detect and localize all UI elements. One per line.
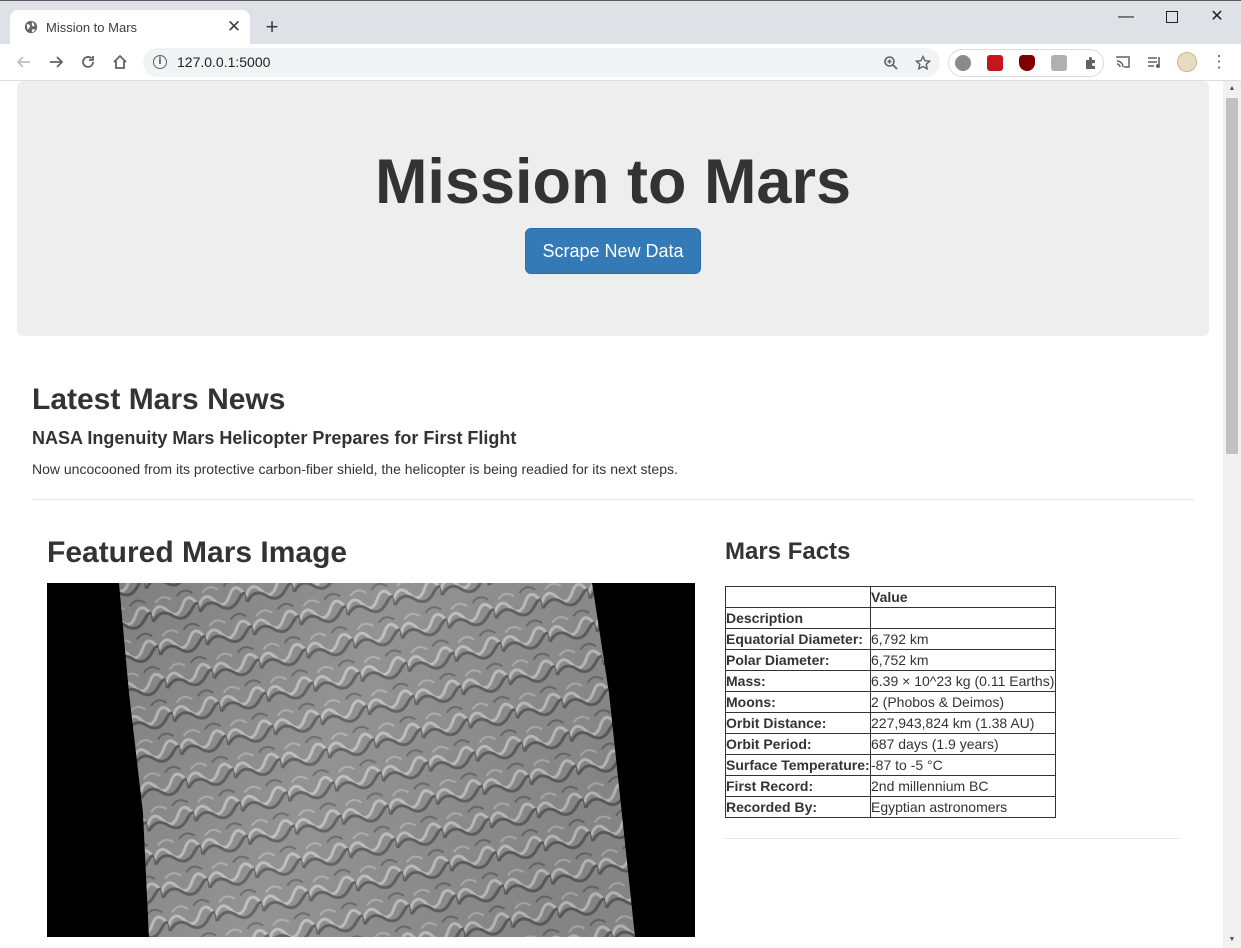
home-icon[interactable] xyxy=(108,50,132,74)
table-header-cell: Value xyxy=(870,586,1056,608)
media-queue-icon[interactable] xyxy=(1143,50,1167,74)
fact-label: Mass: xyxy=(725,670,871,692)
fact-value: 6,792 km xyxy=(870,628,1056,650)
fact-value: -87 to -5 °C xyxy=(870,754,1056,776)
table-header-row: Description xyxy=(725,607,1056,629)
globe-icon xyxy=(24,20,38,34)
news-heading: Latest Mars News xyxy=(32,383,286,416)
address-url[interactable]: 127.0.0.1:5000 xyxy=(177,54,270,70)
table-row: Polar Diameter: 6,752 km xyxy=(725,649,1056,671)
more-menu-icon[interactable]: ⋮ xyxy=(1207,50,1231,74)
ublock-shield-icon[interactable] xyxy=(1019,55,1035,71)
mars-facts-table: Value Description Equatorial Diameter: 6,… xyxy=(725,586,1056,818)
forward-arrow-icon[interactable] xyxy=(44,50,68,74)
vertical-scrollbar[interactable]: ▲ ▼ xyxy=(1223,81,1241,948)
table-row: Moons: 2 (Phobos & Deimos) xyxy=(725,691,1056,713)
browser-tab[interactable]: Mission to Mars ✕ xyxy=(10,10,250,45)
fact-label: Moons: xyxy=(725,691,871,713)
table-header-cell xyxy=(725,586,871,608)
table-header-row: Value xyxy=(725,586,1056,608)
close-window-button[interactable]: ✕ xyxy=(1202,7,1232,27)
extension-circle-icon[interactable] xyxy=(955,55,971,71)
cast-icon[interactable] xyxy=(1111,50,1135,74)
fact-value: 687 days (1.9 years) xyxy=(870,733,1056,755)
site-info-icon[interactable]: i xyxy=(153,55,167,69)
divider xyxy=(725,838,1179,839)
extensions-group xyxy=(948,49,1104,77)
mars-facts-heading: Mars Facts xyxy=(725,538,851,565)
close-tab-icon[interactable]: ✕ xyxy=(224,17,244,37)
jumbotron: Mission to Mars Scrape New Data xyxy=(17,81,1209,336)
news-teaser: Now uncocooned from its protective carbo… xyxy=(32,461,678,477)
divider xyxy=(32,499,1194,500)
extension-gray-icon[interactable] xyxy=(1051,55,1067,71)
maximize-icon xyxy=(1166,11,1178,23)
fact-label: First Record: xyxy=(725,775,871,797)
address-bar[interactable]: i 127.0.0.1:5000 xyxy=(143,48,940,77)
fact-value: 6,752 km xyxy=(870,649,1056,671)
fact-value: 2nd millennium BC xyxy=(870,775,1056,797)
table-header-cell xyxy=(870,607,1056,629)
fact-label: Orbit Period: xyxy=(725,733,871,755)
table-row: Recorded By: Egyptian astronomers xyxy=(725,796,1056,818)
scroll-down-arrow-icon[interactable]: ▼ xyxy=(1223,932,1241,948)
tab-title: Mission to Mars xyxy=(46,20,138,35)
featured-image-heading: Featured Mars Image xyxy=(47,536,348,569)
fact-value: 227,943,824 km (1.38 AU) xyxy=(870,712,1056,734)
minimize-button[interactable]: — xyxy=(1111,7,1141,27)
table-index-name: Description xyxy=(725,607,871,629)
featured-mars-image xyxy=(47,583,695,937)
fact-label: Surface Temperature: xyxy=(725,754,871,776)
table-row: Orbit Distance: 227,943,824 km (1.38 AU) xyxy=(725,712,1056,734)
table-row: First Record: 2nd millennium BC xyxy=(725,775,1056,797)
reload-icon[interactable] xyxy=(76,50,100,74)
pdf-extension-icon[interactable] xyxy=(987,55,1003,71)
browser-toolbar: i 127.0.0.1:5000 ⋮ xyxy=(0,44,1241,81)
scrollbar-thumb[interactable] xyxy=(1226,98,1238,454)
back-arrow-icon[interactable] xyxy=(12,50,36,74)
fact-label: Polar Diameter: xyxy=(725,649,871,671)
zoom-icon[interactable] xyxy=(883,55,899,71)
page-viewport: Mission to Mars Scrape New Data Latest M… xyxy=(2,81,1223,948)
puzzle-piece-icon[interactable] xyxy=(1083,55,1099,71)
page-title: Mission to Mars xyxy=(374,147,852,217)
maximize-button[interactable] xyxy=(1157,7,1187,27)
scrape-new-data-button[interactable]: Scrape New Data xyxy=(525,228,701,274)
profile-avatar-icon[interactable] xyxy=(1175,50,1199,74)
scroll-up-arrow-icon[interactable]: ▲ xyxy=(1223,81,1241,97)
table-row: Equatorial Diameter: 6,792 km xyxy=(725,628,1056,650)
table-row: Surface Temperature: -87 to -5 °C xyxy=(725,754,1056,776)
fact-value: 6.39 × 10^23 kg (0.11 Earths) xyxy=(870,670,1056,692)
bookmark-star-icon[interactable] xyxy=(915,55,931,71)
fact-label: Recorded By: xyxy=(725,796,871,818)
table-row: Orbit Period: 687 days (1.9 years) xyxy=(725,733,1056,755)
fact-label: Equatorial Diameter: xyxy=(725,628,871,650)
news-title: NASA Ingenuity Mars Helicopter Prepares … xyxy=(32,428,517,448)
fact-label: Orbit Distance: xyxy=(725,712,871,734)
fact-value: 2 (Phobos & Deimos) xyxy=(870,691,1056,713)
browser-tab-strip: Mission to Mars ✕ + — ✕ xyxy=(0,0,1241,45)
fact-value: Egyptian astronomers xyxy=(870,796,1056,818)
new-tab-button[interactable]: + xyxy=(260,15,284,39)
table-row: Mass: 6.39 × 10^23 kg (0.11 Earths) xyxy=(725,670,1056,692)
